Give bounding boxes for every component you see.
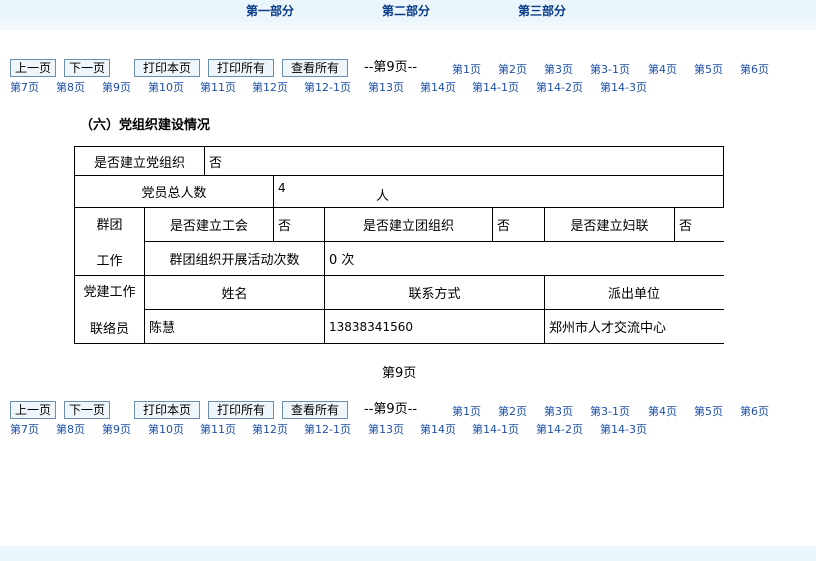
page-link[interactable]: 第10页: [148, 423, 184, 437]
table-border: [723, 146, 724, 208]
page-link[interactable]: 第12页: [252, 81, 288, 95]
print-all-button[interactable]: 打印所有: [208, 59, 274, 77]
page-link[interactable]: 第14-1页: [472, 81, 519, 95]
page-link[interactable]: 第3-1页: [590, 63, 630, 77]
column-header-unit: 派出单位: [607, 287, 660, 302]
top-divider: [0, 22, 816, 30]
activity-count-answer: 0 次: [329, 253, 355, 268]
page-link[interactable]: 第12-1页: [304, 81, 351, 95]
liaison-phone: 13838341560: [329, 319, 413, 334]
page-link[interactable]: 第7页: [10, 81, 39, 95]
page-link[interactable]: 第14-3页: [600, 423, 647, 437]
top-navigation-bar: 第一部分 第二部分 第三部分: [0, 0, 816, 22]
party-org-question: 是否建立党组织: [93, 155, 185, 171]
page-link[interactable]: 第4页: [648, 63, 677, 77]
women-federation-question: 是否建立妇联: [570, 219, 649, 234]
view-all-button[interactable]: 查看所有: [282, 59, 348, 77]
page-link[interactable]: 第12页: [252, 423, 288, 437]
member-count-question: 党员总人数: [141, 186, 207, 201]
page-link[interactable]: 第3页: [544, 63, 573, 77]
union-answer: 否: [278, 219, 292, 234]
part-3-link[interactable]: 第三部分: [518, 2, 566, 19]
page-link[interactable]: 第3页: [544, 405, 573, 419]
page-link[interactable]: 第2页: [498, 405, 527, 419]
page-link[interactable]: 第8页: [56, 81, 85, 95]
print-all-button[interactable]: 打印所有: [208, 401, 274, 419]
page-link[interactable]: 第6页: [740, 405, 769, 419]
page-link[interactable]: 第13页: [368, 81, 404, 95]
page-link[interactable]: 第3-1页: [590, 405, 630, 419]
page-link[interactable]: 第11页: [200, 423, 236, 437]
mass-org-label-line1: 群团: [96, 217, 123, 233]
activity-count-question: 群团组织开展活动次数: [169, 253, 300, 268]
union-question: 是否建立工会: [169, 219, 248, 234]
view-all-button[interactable]: 查看所有: [282, 401, 348, 419]
liaison-label-line1: 党建工作: [83, 284, 136, 300]
current-page-indicator: --第9页--: [364, 60, 418, 75]
liaison-label-line2: 联络员: [89, 321, 129, 337]
page-link[interactable]: 第8页: [56, 423, 85, 437]
women-federation-answer: 否: [679, 219, 693, 234]
page-link[interactable]: 第5页: [694, 63, 723, 77]
league-answer: 否: [497, 219, 511, 234]
page-link[interactable]: 第1页: [452, 63, 481, 77]
page-link[interactable]: 第4页: [648, 405, 677, 419]
page-link[interactable]: 第14页: [420, 81, 456, 95]
page-link[interactable]: 第11页: [200, 81, 236, 95]
next-page-button[interactable]: 下一页: [64, 401, 110, 419]
page-link[interactable]: 第6页: [740, 63, 769, 77]
part-2-link[interactable]: 第二部分: [382, 2, 430, 19]
liaison-unit: 郑州市人才交流中心: [549, 321, 667, 336]
party-org-answer: 否: [209, 155, 223, 171]
page-link[interactable]: 第14-2页: [536, 423, 583, 437]
league-question: 是否建立团组织: [362, 219, 454, 234]
member-count-value: 4: [278, 181, 286, 195]
page-link[interactable]: 第13页: [368, 423, 404, 437]
page-link[interactable]: 第9页: [102, 423, 131, 437]
page-link[interactable]: 第1页: [452, 405, 481, 419]
current-page-indicator: --第9页--: [364, 402, 418, 417]
member-count-unit: 人: [376, 188, 390, 204]
page-link[interactable]: 第14-2页: [536, 81, 583, 95]
pagination-top: 上一页 下一页 打印本页 打印所有 查看所有 --第9页-- 第1页 第2页 第…: [0, 59, 816, 99]
page-link[interactable]: 第14-1页: [472, 423, 519, 437]
table-border: [74, 343, 724, 344]
pagination-bottom: 上一页 下一页 打印本页 打印所有 查看所有 --第9页-- 第1页 第2页 第…: [0, 401, 816, 441]
column-header-contact: 联系方式: [408, 287, 461, 302]
page-link[interactable]: 第5页: [694, 405, 723, 419]
print-page-button[interactable]: 打印本页: [134, 59, 200, 77]
print-page-button[interactable]: 打印本页: [134, 401, 200, 419]
column-header-name: 姓名: [221, 287, 248, 302]
page-link[interactable]: 第2页: [498, 63, 527, 77]
section-title: （六）党组织建设情况: [80, 118, 211, 133]
part-1-link[interactable]: 第一部分: [246, 2, 294, 19]
next-page-button[interactable]: 下一页: [64, 59, 110, 77]
page-link[interactable]: 第10页: [148, 81, 184, 95]
page-link[interactable]: 第14页: [420, 423, 456, 437]
prev-page-button[interactable]: 上一页: [10, 59, 56, 77]
page-number-footer: 第9页: [382, 366, 417, 381]
page-link[interactable]: 第12-1页: [304, 423, 351, 437]
bottom-bar: [0, 546, 816, 561]
prev-page-button[interactable]: 上一页: [10, 401, 56, 419]
page-link[interactable]: 第7页: [10, 423, 39, 437]
page-link[interactable]: 第14-3页: [600, 81, 647, 95]
page-link[interactable]: 第9页: [102, 81, 131, 95]
table-border: [273, 175, 274, 208]
mass-org-label-line2: 工作: [96, 253, 123, 269]
liaison-name: 陈慧: [149, 321, 176, 336]
